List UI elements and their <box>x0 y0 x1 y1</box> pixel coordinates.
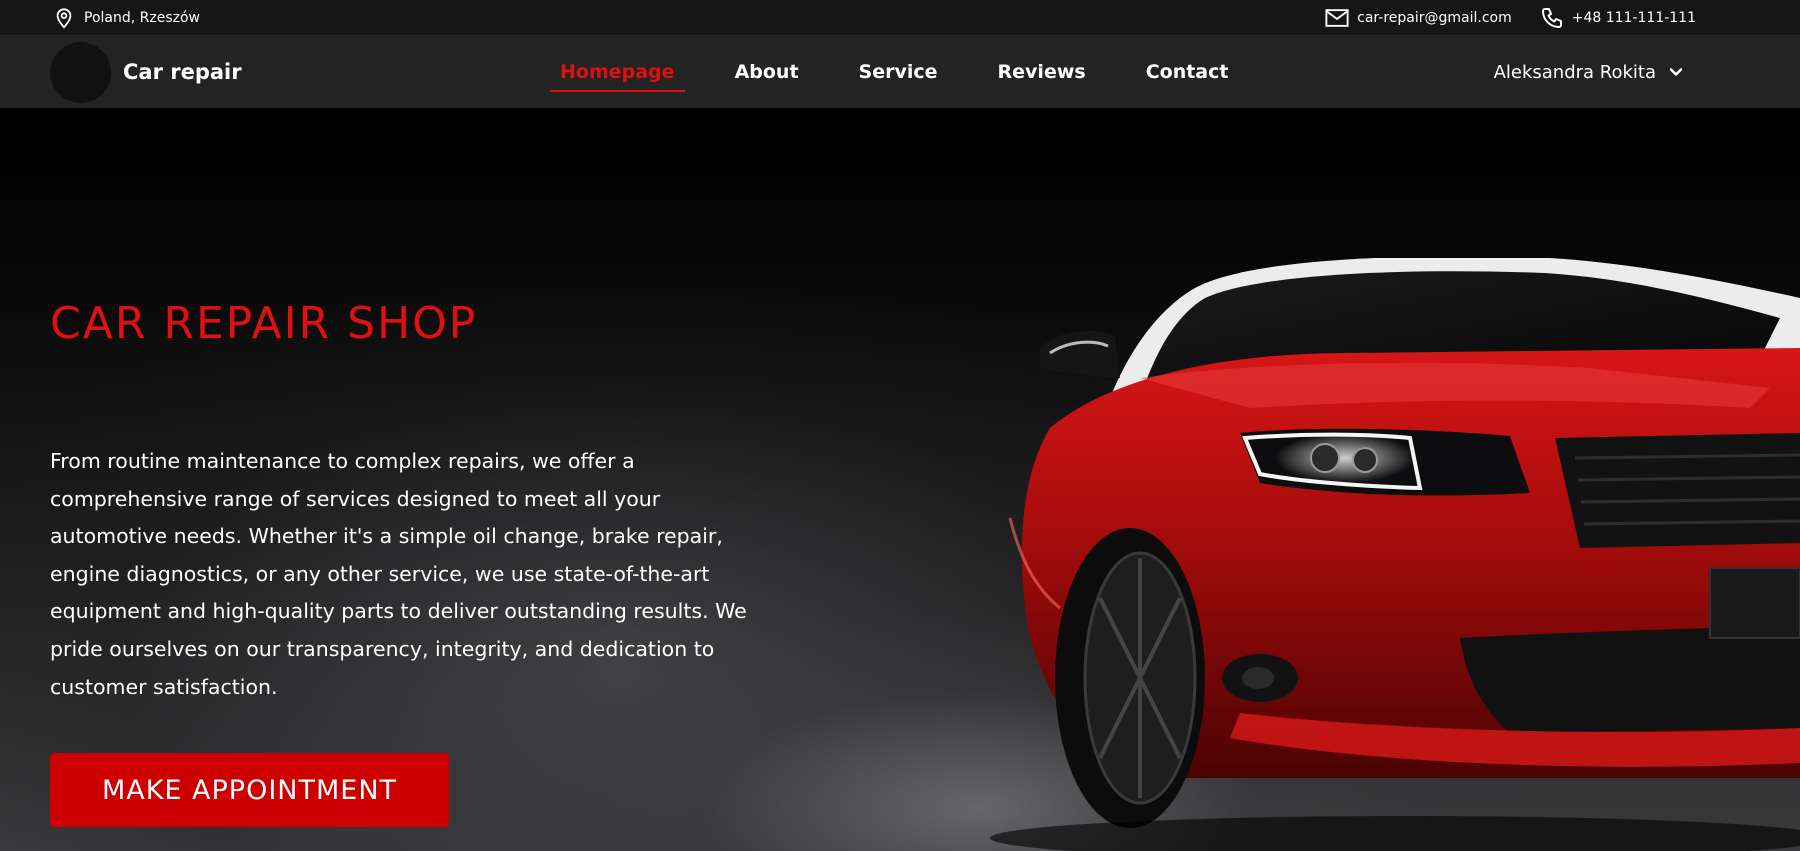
logo[interactable] <box>50 42 111 103</box>
user-menu[interactable]: Aleksandra Rokita <box>1494 36 1688 108</box>
nav-link-about[interactable]: About <box>725 36 809 108</box>
email-text: car-repair@gmail.com <box>1357 10 1512 26</box>
phone-icon <box>1540 6 1564 30</box>
nav-link-contact[interactable]: Contact <box>1136 36 1239 108</box>
phone-link[interactable]: +48 111-111-111 <box>1540 6 1696 30</box>
red-car-image <box>990 258 1800 851</box>
top-info-bar: Poland, Rzeszów car-repair@gmail.com +48… <box>0 0 1800 36</box>
phone-text: +48 111-111-111 <box>1571 10 1696 26</box>
email-link[interactable]: car-repair@gmail.com <box>1325 6 1512 30</box>
brand-name[interactable]: Car repair <box>123 36 242 108</box>
user-name: Aleksandra Rokita <box>1493 61 1656 83</box>
hero-title: CAR REPAIR SHOP <box>50 298 478 349</box>
contact-info: car-repair@gmail.com +48 111-111-111 <box>1325 0 1696 36</box>
main-navbar: Car repair Homepage About Service Review… <box>0 36 1800 108</box>
make-appointment-button[interactable]: MAKE APPOINTMENT <box>50 753 449 827</box>
nav-link-service[interactable]: Service <box>849 36 948 108</box>
nav-links: Homepage About Service Reviews Contact <box>550 36 1278 108</box>
hero-description: From routine maintenance to complex repa… <box>50 449 747 699</box>
hero-section: CAR REPAIR SHOP From routine maintenance… <box>0 108 1800 851</box>
nav-link-homepage[interactable]: Homepage <box>550 36 685 108</box>
map-pin-icon <box>52 6 76 30</box>
location-text: Poland, Rzeszów <box>84 10 200 26</box>
nav-link-reviews[interactable]: Reviews <box>988 36 1096 108</box>
chevron-down-icon <box>1664 60 1688 84</box>
envelope-icon <box>1325 6 1349 30</box>
location-info: Poland, Rzeszów <box>52 0 200 36</box>
